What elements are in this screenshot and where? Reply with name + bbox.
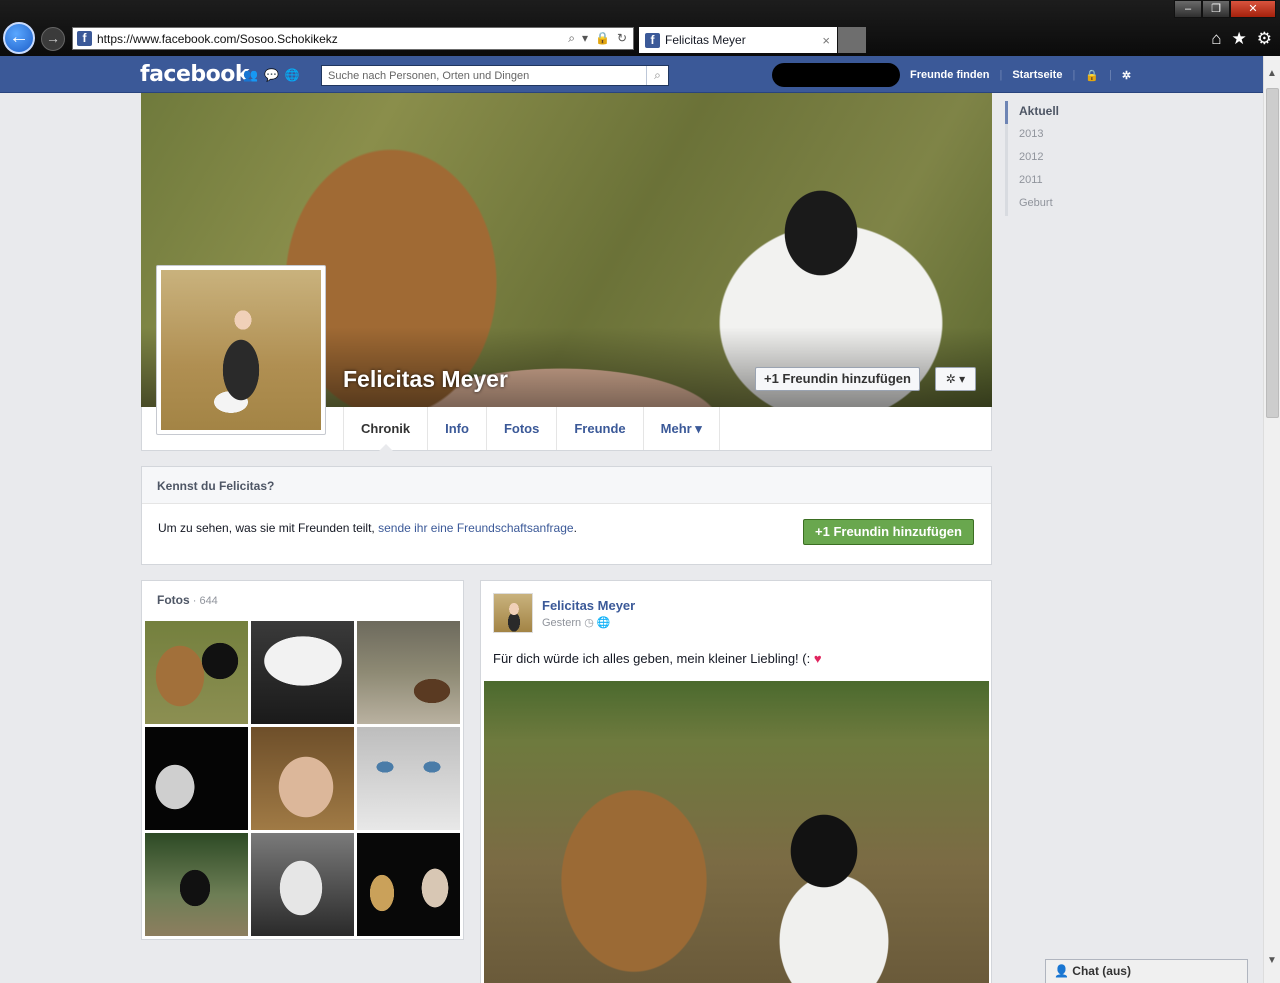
chat-label[interactable]: Chat (aus) bbox=[1072, 964, 1131, 978]
photo-thumbnail[interactable] bbox=[145, 727, 248, 830]
search-icon[interactable]: ⌕ bbox=[646, 66, 668, 85]
refresh-icon[interactable]: ↻ bbox=[617, 31, 627, 46]
timeline-item-2011[interactable]: 2011 bbox=[1005, 170, 1065, 193]
tab-info[interactable]: Info bbox=[427, 407, 486, 450]
timeline-item-2013[interactable]: 2013 bbox=[1005, 124, 1065, 147]
dropdown-icon[interactable]: ▾ bbox=[582, 31, 588, 46]
know-text: Um zu sehen, was sie mit Freunden teilt,… bbox=[158, 521, 577, 535]
photo-grid bbox=[145, 621, 460, 936]
chat-user-icon: 👤 bbox=[1054, 964, 1069, 978]
window-controls: – ❐ ✕ bbox=[1174, 0, 1276, 18]
back-button[interactable]: ← bbox=[3, 22, 35, 54]
tab-chronik[interactable]: Chronik bbox=[343, 407, 427, 451]
globe-icon[interactable]: 🌐 bbox=[597, 617, 611, 629]
home-icon[interactable]: ⌂ bbox=[1211, 29, 1221, 49]
url-text: https://www.facebook.com/Sosoo.Schokikek… bbox=[97, 31, 338, 46]
settings-gear-icon[interactable]: ✲ bbox=[1122, 69, 1131, 82]
know-heading: Kennst du Felicitas? bbox=[142, 467, 991, 504]
timeline-post: Felicitas Meyer Gestern ◷ 🌐 Für dich wür… bbox=[480, 580, 992, 983]
facebook-logo[interactable]: facebook bbox=[140, 62, 250, 87]
photos-title[interactable]: Fotos · 644 bbox=[157, 593, 218, 607]
add-friend-button[interactable]: +1 Freundin hinzufügen bbox=[755, 367, 920, 391]
redacted-user-name bbox=[772, 63, 900, 87]
browser-tab[interactable]: f Felicitas Meyer × bbox=[639, 27, 837, 53]
forward-button[interactable]: → bbox=[41, 27, 65, 51]
timeline-nav: Aktuell 2013 2012 2011 Geburt bbox=[1005, 101, 1065, 216]
post-text: Für dich würde ich alles geben, mein kle… bbox=[493, 651, 822, 666]
new-tab-button[interactable] bbox=[838, 27, 866, 53]
page-scrollbar[interactable]: ▲ ▼ bbox=[1263, 56, 1280, 983]
messages-icon[interactable]: 💬 bbox=[264, 68, 279, 82]
search-field[interactable]: Suche nach Personen, Orten und Dingen ⌕ bbox=[321, 65, 669, 86]
friend-requests-icon[interactable]: 👥 bbox=[243, 68, 258, 82]
photo-thumbnail[interactable] bbox=[357, 833, 460, 936]
clock-icon: ◷ bbox=[584, 617, 594, 629]
photos-box: Fotos · 644 bbox=[141, 580, 464, 940]
favorites-star-icon[interactable]: ★ bbox=[1232, 29, 1247, 49]
find-friends-link[interactable]: Freunde finden bbox=[910, 69, 989, 82]
privacy-shortcuts-icon[interactable]: 🔒 bbox=[1085, 69, 1099, 82]
photo-thumbnail[interactable] bbox=[145, 621, 248, 724]
facebook-favicon-icon: f bbox=[77, 31, 92, 46]
post-photo[interactable] bbox=[484, 681, 989, 983]
search-icon[interactable]: ⌕ bbox=[568, 31, 575, 46]
tab-fotos[interactable]: Fotos bbox=[485, 407, 556, 450]
timeline-item-geburt[interactable]: Geburt bbox=[1005, 193, 1065, 216]
tools-gear-icon[interactable]: ⚙ bbox=[1257, 29, 1272, 49]
photos-count: · 644 bbox=[189, 595, 218, 607]
photo-thumbnail[interactable] bbox=[251, 727, 354, 830]
browser-chrome: – ❐ ✕ ← → f https://www.facebook.com/Sos… bbox=[0, 0, 1280, 56]
facebook-favicon-icon: f bbox=[645, 32, 660, 48]
close-window-button[interactable]: ✕ bbox=[1230, 0, 1276, 18]
post-meta: Gestern ◷ 🌐 bbox=[542, 616, 611, 629]
tab-title: Felicitas Meyer bbox=[665, 33, 746, 47]
notifications-globe-icon[interactable]: 🌐 bbox=[285, 68, 300, 82]
timeline-item-2012[interactable]: 2012 bbox=[1005, 147, 1065, 170]
chat-bar[interactable]: 👤 Chat (aus) bbox=[1045, 959, 1248, 983]
friend-request-link[interactable]: sende ihr eine Freundschaftsanfrage bbox=[378, 521, 573, 535]
post-time[interactable]: Gestern bbox=[542, 617, 581, 629]
minimize-button[interactable]: – bbox=[1174, 0, 1202, 18]
lock-icon[interactable]: 🔒 bbox=[595, 31, 610, 46]
photo-thumbnail[interactable] bbox=[251, 833, 354, 936]
profile-picture[interactable] bbox=[156, 265, 326, 435]
scroll-thumb[interactable] bbox=[1266, 88, 1279, 418]
photo-thumbnail[interactable] bbox=[145, 833, 248, 936]
tab-freunde[interactable]: Freunde bbox=[556, 407, 642, 450]
profile-name[interactable]: Felicitas Meyer bbox=[343, 366, 508, 393]
address-bar[interactable]: f https://www.facebook.com/Sosoo.Schokik… bbox=[72, 27, 634, 50]
profile-settings-button[interactable]: ✲ ▾ bbox=[935, 367, 976, 391]
avatar[interactable] bbox=[493, 593, 533, 633]
maximize-button[interactable]: ❐ bbox=[1202, 0, 1230, 18]
photo-thumbnail[interactable] bbox=[357, 727, 460, 830]
know-person-box: Kennst du Felicitas? Um zu sehen, was si… bbox=[141, 466, 992, 565]
photo-thumbnail[interactable] bbox=[357, 621, 460, 724]
scroll-down-icon[interactable]: ▼ bbox=[1267, 955, 1277, 966]
timeline-item-aktuell[interactable]: Aktuell bbox=[1005, 101, 1065, 124]
scroll-up-icon[interactable]: ▲ bbox=[1267, 68, 1277, 79]
home-link[interactable]: Startseite bbox=[1012, 69, 1062, 82]
tab-close-icon[interactable]: × bbox=[822, 33, 837, 48]
heart-icon: ♥ bbox=[813, 651, 822, 666]
add-friend-green-button[interactable]: +1 Freundin hinzufügen bbox=[803, 519, 974, 545]
post-author[interactable]: Felicitas Meyer bbox=[542, 598, 635, 613]
tab-mehr[interactable]: Mehr ▾ bbox=[642, 407, 720, 450]
photo-thumbnail[interactable] bbox=[251, 621, 354, 724]
search-input[interactable]: Suche nach Personen, Orten und Dingen bbox=[322, 70, 646, 82]
facebook-header: facebook 👥 💬 🌐 Suche nach Personen, Orte… bbox=[0, 56, 1263, 93]
